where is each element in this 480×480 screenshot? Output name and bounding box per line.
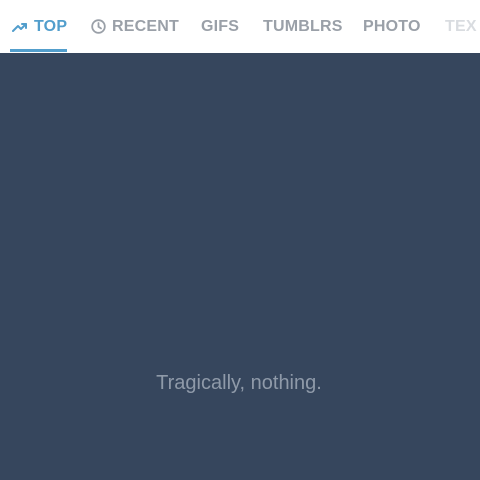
empty-state-message: Tragically, nothing. <box>156 372 322 394</box>
tab-top[interactable]: TOP <box>12 0 67 53</box>
tab-top-label: TOP <box>34 17 68 35</box>
tab-tumblrs-label: TUMBLRS <box>263 17 343 35</box>
tab-photo[interactable]: PHOTO <box>363 0 421 53</box>
tab-gifs[interactable]: GIFS <box>201 0 239 53</box>
tab-text-label: TEX <box>445 17 477 35</box>
tab-gifs-label: GIFS <box>201 17 240 35</box>
tab-recent-label: RECENT <box>112 17 179 35</box>
clock-icon <box>91 19 106 34</box>
tab-photo-label: PHOTO <box>363 17 421 35</box>
tab-bar: TOP RECENT GIFS TUMBLRS PHOTO TEX <box>0 0 480 53</box>
tab-tumblrs[interactable]: TUMBLRS <box>263 0 343 53</box>
results-area <box>0 53 480 480</box>
tab-recent[interactable]: RECENT <box>91 0 179 53</box>
tab-text[interactable]: TEX <box>445 0 477 53</box>
trending-icon <box>12 21 28 33</box>
active-tab-indicator <box>10 49 67 52</box>
